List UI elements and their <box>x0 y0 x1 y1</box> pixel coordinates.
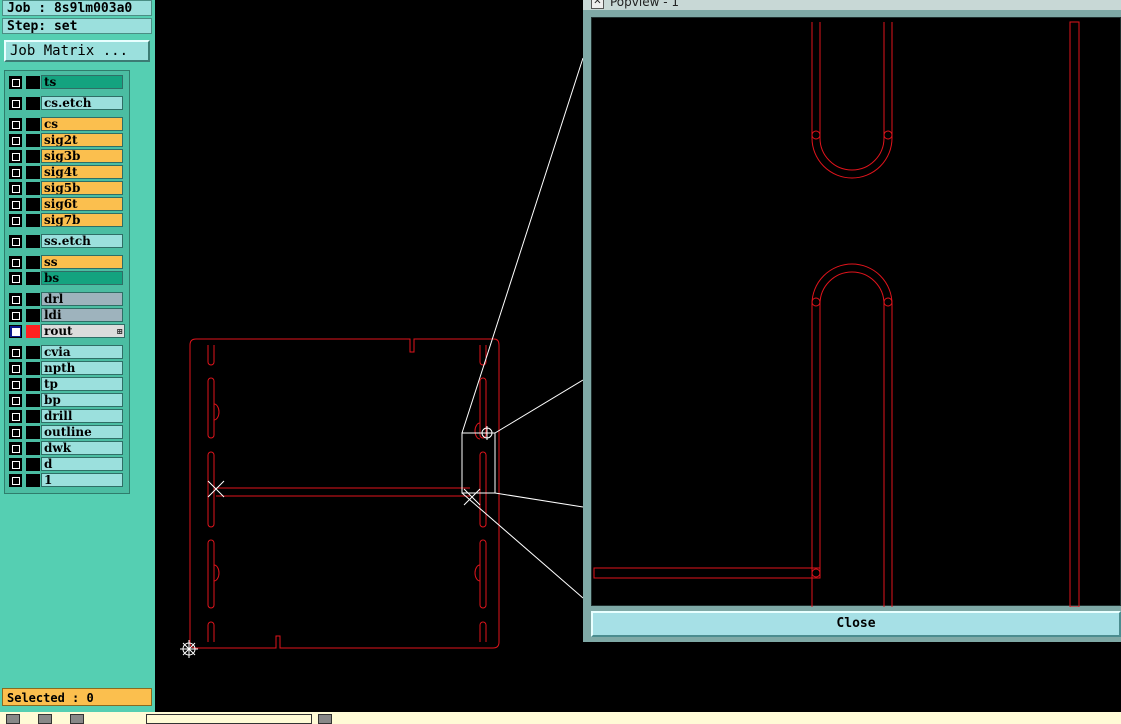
n-slot-inner <box>819 271 885 607</box>
slot <box>207 621 215 642</box>
popview-canvas[interactable] <box>591 17 1121 608</box>
toolbar-icon[interactable] <box>6 714 20 724</box>
origin-cross-icon <box>180 640 198 658</box>
zoom-box <box>461 432 496 494</box>
command-input[interactable] <box>146 714 312 724</box>
close-button[interactable]: Close <box>591 611 1121 637</box>
slot <box>207 345 215 366</box>
projection-line <box>494 379 584 434</box>
slot-notch <box>213 564 220 582</box>
right-route <box>1069 21 1080 608</box>
toolbar-icon[interactable] <box>70 714 84 724</box>
n-slot-outer <box>811 263 893 607</box>
slot-notch <box>474 564 481 582</box>
toolbar-icon[interactable] <box>318 714 332 724</box>
popview-graphic <box>593 21 1080 608</box>
u-slot-inner <box>819 22 885 171</box>
toolbar-icon[interactable] <box>38 714 52 724</box>
projection-line <box>461 57 584 434</box>
arc-node <box>811 568 821 578</box>
arc-node <box>811 130 821 140</box>
slot-notch <box>213 403 220 421</box>
popview-title: Popview - 1 <box>610 0 679 9</box>
slot <box>207 451 215 528</box>
slot <box>479 377 487 439</box>
slot <box>207 377 215 439</box>
slot <box>479 451 487 528</box>
slot <box>479 621 487 642</box>
horizontal-route <box>593 567 821 579</box>
popview-window: ✕ Popview - 1 Close <box>583 0 1121 642</box>
slot <box>479 539 487 609</box>
panel-outline <box>189 338 500 649</box>
arc-node <box>811 297 821 307</box>
bottom-toolbar <box>0 712 1121 724</box>
arc-node <box>883 130 893 140</box>
rout-geometry <box>189 338 500 649</box>
popview-rout-geometry <box>593 21 1080 608</box>
popview-title-bar[interactable]: ✕ Popview - 1 <box>583 0 1121 10</box>
window-close-icon[interactable]: ✕ <box>591 0 604 9</box>
arc-node <box>883 297 893 307</box>
slot-notch <box>474 422 481 440</box>
projection-line <box>494 492 584 508</box>
marker-icons <box>180 426 494 658</box>
slot <box>207 539 215 609</box>
cross-marker-icon <box>207 480 225 498</box>
